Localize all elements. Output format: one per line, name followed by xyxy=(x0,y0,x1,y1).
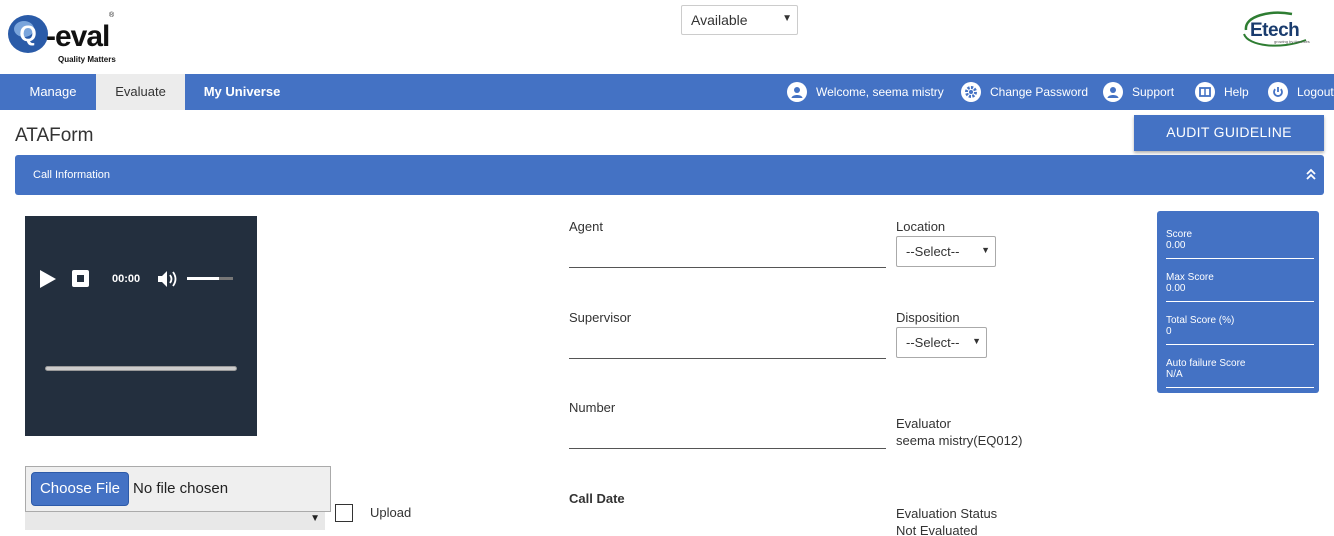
total-score-value: 0 xyxy=(1166,326,1172,337)
logout-label: Logout xyxy=(1297,85,1334,99)
call-information-panel-header[interactable]: Call Information xyxy=(15,155,1324,195)
number-field[interactable] xyxy=(569,448,886,449)
support-user-icon xyxy=(1103,82,1123,102)
upload-label: Upload xyxy=(370,505,412,520)
disposition-select-value: --Select-- xyxy=(906,335,960,350)
svg-text:-eval: -eval xyxy=(46,20,109,53)
score-item: Score 0.00 xyxy=(1166,216,1314,259)
status-select-value: Available xyxy=(691,12,748,28)
file-chooser: Choose File No file chosen xyxy=(25,466,331,512)
user-icon xyxy=(787,82,807,102)
location-label: Location xyxy=(896,219,946,234)
tab-my-universe-label: My Universe xyxy=(203,84,281,99)
evaluation-status-label: Evaluation Status xyxy=(896,506,998,521)
qeval-logo: Q -eval ® Quality Matters xyxy=(6,8,116,66)
total-score-item: Total Score (%) 0 xyxy=(1166,302,1314,345)
supervisor-label: Supervisor xyxy=(569,310,632,325)
auto-failure-score-item: Auto failure Score N/A xyxy=(1166,345,1314,388)
chevron-down-icon: ▼ xyxy=(972,336,981,346)
evaluator-value: seema mistry(EQ012) xyxy=(896,433,1023,448)
etech-logo: Etech growing by the rules xyxy=(1240,8,1312,50)
support-label: Support xyxy=(1132,85,1175,99)
help-label: Help xyxy=(1224,85,1249,99)
volume-slider-fill xyxy=(187,277,220,280)
svg-text:®: ® xyxy=(109,11,115,19)
tab-evaluate-label: Evaluate xyxy=(115,84,166,99)
chevron-down-icon: ▼ xyxy=(981,245,990,255)
change-password-link[interactable]: Change Password xyxy=(961,74,1088,110)
evaluation-status-value: Not Evaluated xyxy=(896,523,978,536)
playback-progress-bar[interactable] xyxy=(45,366,237,371)
disposition-label: Disposition xyxy=(896,310,960,325)
score-label: Score xyxy=(1166,229,1193,240)
agent-label: Agent xyxy=(569,219,603,234)
main-navbar: Manage Evaluate My Universe Welcome, see… xyxy=(0,74,1334,110)
audit-guideline-button[interactable]: AUDIT GUIDELINE xyxy=(1134,115,1324,151)
svg-text:Etech: Etech xyxy=(1250,20,1299,41)
svg-text:growing by the rules: growing by the rules xyxy=(1274,39,1310,44)
volume-slider[interactable] xyxy=(187,277,233,280)
choose-file-button[interactable]: Choose File xyxy=(31,472,129,506)
logo-tagline: Quality Matters xyxy=(58,55,116,64)
max-score-label: Max Score xyxy=(1166,272,1214,283)
call-date-label: Call Date xyxy=(569,491,625,506)
playback-time: 00:00 xyxy=(112,273,141,285)
logout-link[interactable]: Logout xyxy=(1268,74,1334,110)
volume-icon[interactable] xyxy=(157,269,181,294)
disposition-select[interactable]: --Select-- ▼ xyxy=(896,327,987,358)
file-status: No file chosen xyxy=(133,480,229,497)
stop-icon[interactable] xyxy=(72,270,89,287)
play-icon[interactable] xyxy=(39,269,57,294)
file-type-select[interactable]: ▼ xyxy=(25,512,325,530)
welcome-user[interactable]: Welcome, seema mistry xyxy=(787,74,944,110)
chevron-down-icon: ▼ xyxy=(782,13,792,24)
chevron-down-icon: ▼ xyxy=(310,513,320,524)
support-link[interactable]: Support xyxy=(1103,74,1174,110)
tab-manage[interactable]: Manage xyxy=(0,74,106,110)
agent-field[interactable] xyxy=(569,267,886,268)
score-value: 0.00 xyxy=(1166,240,1186,251)
score-panel: Score 0.00 Max Score 0.00 Total Score (%… xyxy=(1157,211,1319,393)
tab-manage-label: Manage xyxy=(29,84,77,99)
auto-failure-score-value: N/A xyxy=(1166,369,1183,380)
help-link[interactable]: Help xyxy=(1195,74,1249,110)
location-select[interactable]: --Select-- ▼ xyxy=(896,236,996,267)
panel-title: Call Information xyxy=(33,169,111,181)
location-select-value: --Select-- xyxy=(906,244,960,259)
max-score-item: Max Score 0.00 xyxy=(1166,259,1314,302)
power-icon xyxy=(1268,82,1288,102)
svg-text:Q: Q xyxy=(19,21,36,46)
change-password-label: Change Password xyxy=(990,85,1089,99)
number-label: Number xyxy=(569,400,616,415)
auto-failure-score-label: Auto failure Score xyxy=(1166,358,1246,369)
tab-my-universe[interactable]: My Universe xyxy=(193,74,291,110)
upload-checkbox[interactable] xyxy=(335,504,353,522)
status-select[interactable]: Available ▼ xyxy=(681,5,798,35)
gear-icon xyxy=(961,82,981,102)
supervisor-field[interactable] xyxy=(569,358,886,359)
max-score-value: 0.00 xyxy=(1166,283,1186,294)
double-chevron-up-icon[interactable] xyxy=(1306,155,1316,212)
page-title: ATAForm xyxy=(15,125,94,146)
welcome-label: Welcome, seema mistry xyxy=(816,85,944,99)
book-icon xyxy=(1195,82,1215,102)
audio-player: 00:00 xyxy=(25,216,257,436)
tab-evaluate[interactable]: Evaluate xyxy=(96,74,185,110)
total-score-label: Total Score (%) xyxy=(1166,315,1235,326)
evaluator-label: Evaluator xyxy=(896,416,951,431)
